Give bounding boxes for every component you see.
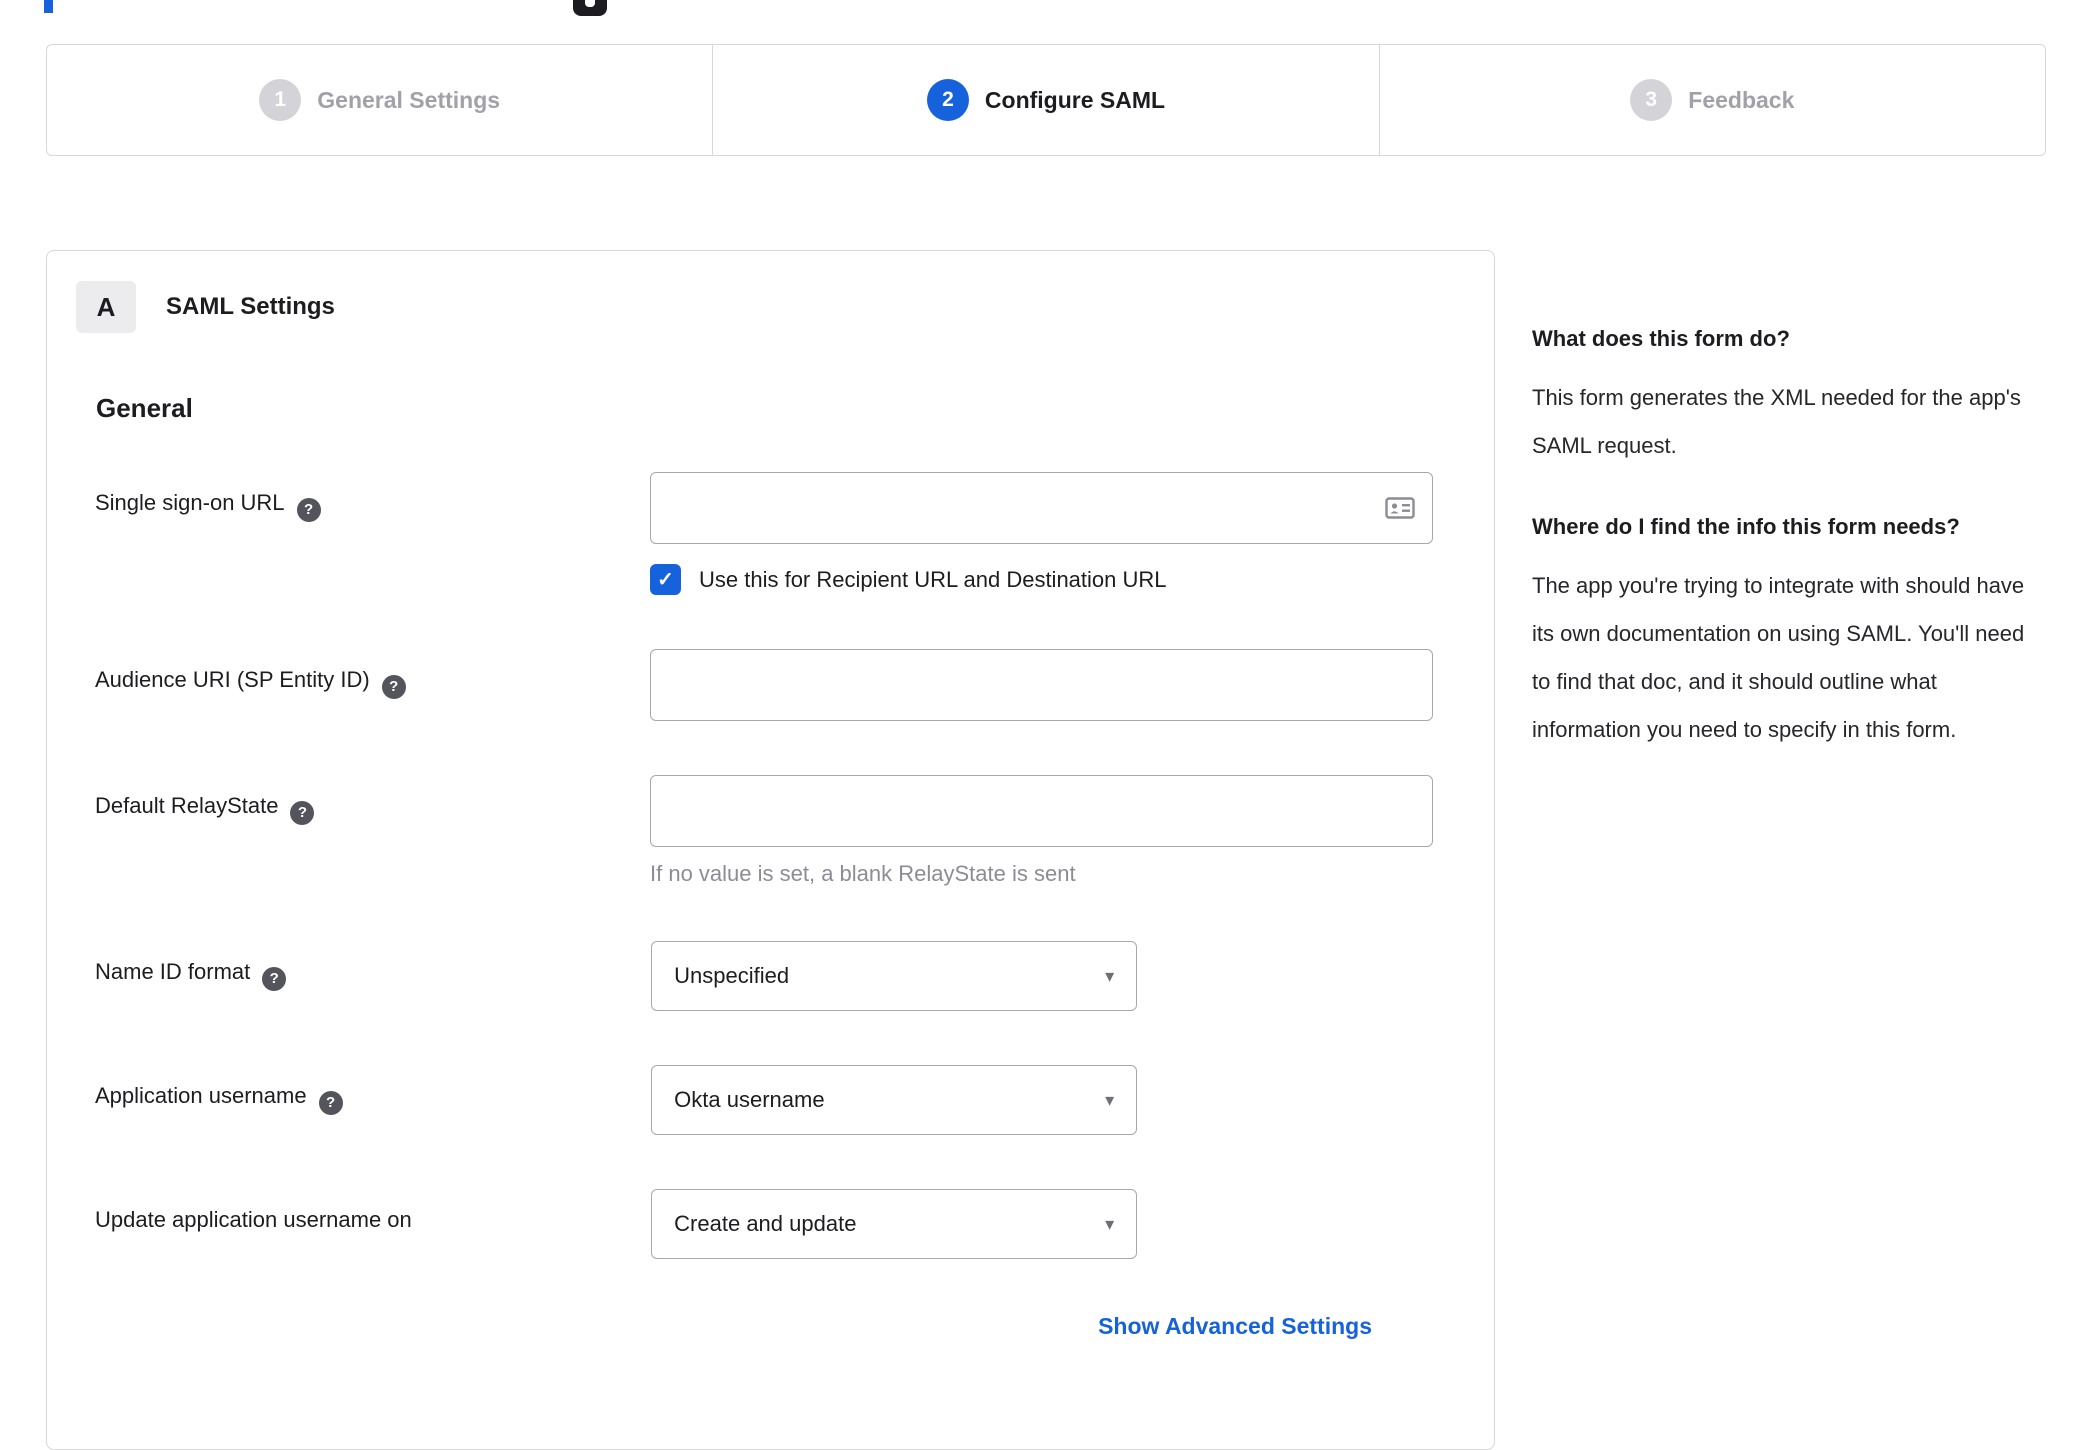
sso-url-label: Single sign-on URL? [95,472,650,595]
help-icon[interactable]: ? [290,800,315,825]
step-configure-saml[interactable]: 2 Configure SAML [712,45,1378,155]
step-general-settings[interactable]: 1 General Settings [47,45,712,155]
step-number-badge: 2 [926,79,969,121]
check-icon: ✓ [657,569,674,591]
help-icon[interactable]: ? [296,497,321,522]
step-number-badge: 3 [1630,79,1673,121]
help-question-1: What does this form do? [1532,326,1790,351]
update-username-row: Update application username on Create an… [95,1189,1433,1259]
name-id-format-row: Name ID format? Unspecified ▾ [95,941,1433,1011]
relay-state-input[interactable] [650,775,1433,847]
panel-title: SAML Settings [166,293,335,320]
wizard-stepper: 1 General Settings 2 Configure SAML 3 Fe… [46,44,2046,156]
section-a-badge: A [76,281,136,333]
help-icon[interactable]: ? [262,966,287,991]
application-username-select[interactable]: Okta username ▾ [651,1065,1138,1135]
show-advanced-settings-link[interactable]: Show Advanced Settings [1098,1313,1372,1340]
name-id-format-select[interactable]: Unspecified ▾ [651,941,1138,1011]
recipient-destination-checkbox-label: Use this for Recipient URL and Destinati… [699,566,1167,592]
chevron-down-icon: ▾ [1105,1089,1115,1110]
application-username-control: Okta username ▾ [651,1065,1433,1135]
help-icon[interactable]: ? [318,1090,343,1115]
chevron-down-icon: ▾ [1105,1213,1115,1234]
step-label: Configure SAML [984,86,1166,113]
help-sidebar: What does this form do? This form genera… [1532,326,2032,798]
update-username-label: Update application username on [95,1207,412,1232]
selected-value: Okta username [674,1087,825,1112]
sso-url-control: ✓ Use this for Recipient URL and Destina… [650,472,1433,595]
relay-state-helper-text: If no value is set, a blank RelayState i… [650,861,1076,886]
recipient-destination-checkbox[interactable]: ✓ [650,564,681,595]
step-label: Feedback [1688,86,1795,113]
selected-value: Unspecified [674,963,790,988]
chevron-down-icon: ▾ [1105,965,1115,986]
sso-url-row: Single sign-on URL? ✓ Use this for Recip… [95,472,1433,595]
saml-form: Single sign-on URL? ✓ Use this for Recip… [47,424,1494,1340]
application-username-row: Application username? Okta username ▾ [95,1065,1433,1135]
help-question-2: Where do I find the info this form needs… [1532,514,1960,539]
update-username-select[interactable]: Create and update ▾ [651,1189,1138,1259]
recipient-destination-checkbox-row: ✓ Use this for Recipient URL and Destina… [650,564,1433,595]
help-icon[interactable]: ? [381,674,406,699]
step-feedback[interactable]: 3 Feedback [1378,45,2045,155]
update-username-control: Create and update ▾ [651,1189,1433,1259]
audience-uri-control [650,649,1433,721]
step-number-badge: 1 [259,79,302,121]
panel-header: A SAML Settings [47,251,1494,333]
help-answer-1: This form generates the XML needed for t… [1532,385,2021,458]
advanced-settings-row: Show Advanced Settings [95,1313,1433,1340]
clipped-title-fragment-blue [44,0,53,13]
name-id-format-label: Name ID format? [95,941,651,1011]
application-username-label: Application username? [95,1065,651,1135]
name-id-format-control: Unspecified ▾ [651,941,1433,1011]
relay-state-row: Default RelayState? If no value is set, … [95,775,1433,887]
audience-uri-row: Audience URI (SP Entity ID)? [95,649,1433,721]
general-section-title: General [96,393,193,423]
help-answer-2: The app you're trying to integrate with … [1532,573,2025,742]
audience-uri-input[interactable] [650,649,1433,721]
relay-state-label: Default RelayState? [95,775,650,887]
audience-uri-label: Audience URI (SP Entity ID)? [95,649,650,721]
selected-value: Create and update [674,1211,857,1236]
saml-settings-panel: A SAML Settings General Single sign-on U… [46,250,1495,1450]
contact-card-icon [1385,497,1415,519]
relay-state-control: If no value is set, a blank RelayState i… [650,775,1433,887]
step-label: General Settings [317,86,501,113]
clipped-title-fragment-dark [573,0,607,16]
sso-url-input[interactable] [650,472,1433,544]
